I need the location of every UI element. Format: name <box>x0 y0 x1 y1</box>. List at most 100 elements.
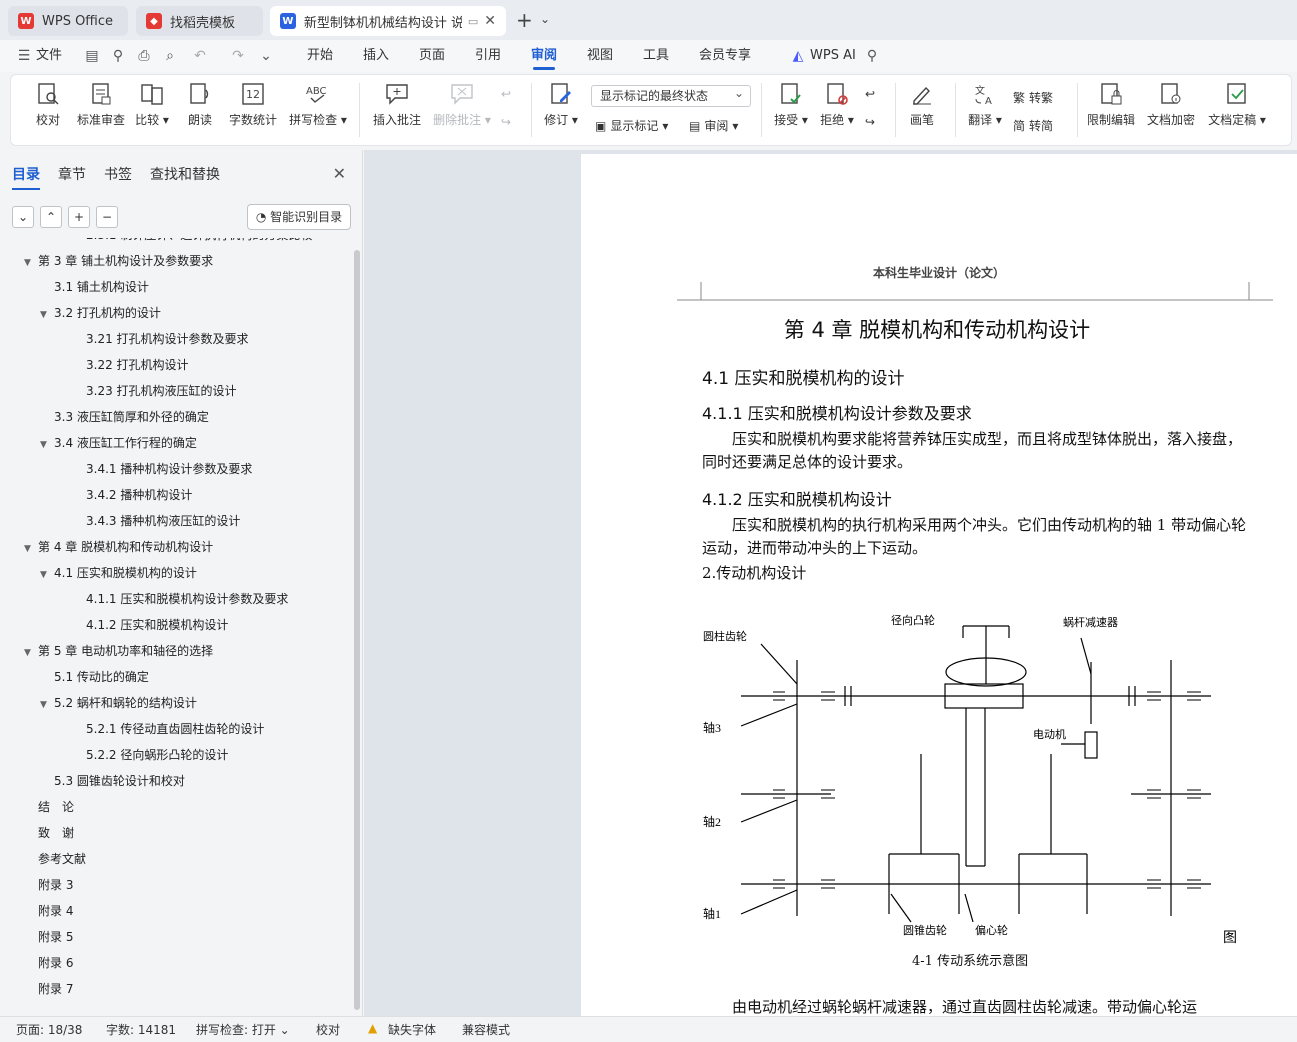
proof-status[interactable]: 校对 <box>316 1021 340 1038</box>
compat-mode-status[interactable]: 兼容模式 <box>462 1021 510 1038</box>
compare-button[interactable]: 比较 ▾ <box>135 81 169 128</box>
toc-item[interactable]: 3.22 打孔机构设计 <box>86 352 189 378</box>
toc-item[interactable]: 附录 5 <box>38 924 73 950</box>
toc-item[interactable]: 4.1.1 压实和脱模机构设计参数及要求 <box>86 586 288 612</box>
collapse-triangle-icon[interactable]: ▼ <box>40 562 54 588</box>
toc-item[interactable]: 3.4.2 播种机构设计 <box>86 482 192 508</box>
toc-item[interactable]: 附录 4 <box>38 898 73 924</box>
tab-find-replace[interactable]: 查找和替换 <box>150 164 220 190</box>
markup-state-select[interactable]: 显示标记的最终状态 <box>591 83 751 107</box>
toc-item[interactable]: 参考文献 <box>38 846 86 872</box>
add-heading-icon[interactable]: + <box>68 206 90 228</box>
collapse-triangle-icon[interactable]: ▼ <box>24 250 38 276</box>
toc-item[interactable]: 3.23 打孔机构液压缸的设计 <box>86 378 237 404</box>
toc-item[interactable]: 3.4.1 播种机构设计参数及要求 <box>86 456 252 482</box>
menu-review[interactable]: 审阅 <box>531 40 557 72</box>
spell-check-status[interactable]: 拼写检查: 打开 ⌄ <box>196 1021 290 1038</box>
toc-item[interactable]: 3.4.3 播种机构液压缸的设计 <box>86 508 240 534</box>
menu-insert[interactable]: 插入 <box>363 40 389 72</box>
toc-item[interactable]: ▼ 第 4 章 脱模机构和传动机构设计 <box>24 534 213 560</box>
to-traditional-button[interactable]: 繁转繁 <box>1013 89 1053 106</box>
hamburger-icon[interactable]: ☰ <box>16 48 32 64</box>
translate-button[interactable]: 文A 翻译 ▾ <box>965 81 1005 128</box>
encrypt-button[interactable]: 文档加密 <box>1145 81 1197 128</box>
tab-toc[interactable]: 目录 <box>12 164 40 190</box>
track-changes-button[interactable]: 修订 ▾ <box>541 81 581 128</box>
reject-button[interactable]: 拒绝 ▾ <box>817 81 857 128</box>
smart-toc-button[interactable]: ◔ 智能识别目录 <box>247 204 351 230</box>
menu-view[interactable]: 视图 <box>587 40 613 72</box>
save-icon[interactable]: ▤ <box>84 48 100 64</box>
toc-item[interactable]: 致 谢 <box>38 820 74 846</box>
menu-wps-ai[interactable]: WPS AI <box>810 40 856 72</box>
toc-item[interactable]: ▼ 3.4 液压缸工作行程的确定 <box>40 430 197 456</box>
toc-item[interactable]: ▼ 3.2 打孔机构的设计 <box>40 300 161 326</box>
collapse-triangle-icon[interactable]: ▼ <box>24 536 38 562</box>
toc-item[interactable]: 附录 3 <box>38 872 73 898</box>
remove-heading-icon[interactable]: − <box>96 206 118 228</box>
quick-access-chevron-icon[interactable]: ⌄ <box>258 48 274 64</box>
new-tab-icon[interactable]: + <box>516 8 533 32</box>
pen-button[interactable]: 画笔 <box>907 81 937 128</box>
search-icon[interactable]: ⚲ <box>864 48 880 64</box>
toc-item[interactable]: 5.2.2 径向蜗形凸轮的设计 <box>86 742 228 768</box>
insert-comment-button[interactable]: 插入批注 <box>371 81 423 128</box>
to-simplified-button[interactable]: 简转简 <box>1013 117 1053 134</box>
toc-item[interactable]: 5.3 圆锥齿轮设计和校对 <box>54 768 185 794</box>
close-panel-icon[interactable]: ✕ <box>333 164 346 183</box>
toc-item[interactable]: ▼ 5.2 蜗杆和蜗轮的结构设计 <box>40 690 197 716</box>
collapse-triangle-icon[interactable]: ▼ <box>24 640 38 666</box>
toc-item[interactable]: 附录 6 <box>38 950 73 976</box>
toc-item[interactable]: 3.1 铺土机构设计 <box>54 274 149 300</box>
tab-current-document[interactable]: W 新型制钵机机械结构设计 说明 ▭ ✕ <box>270 6 506 36</box>
share-icon[interactable]: ⚲ <box>110 48 126 64</box>
menu-member[interactable]: 会员专享 <box>699 40 751 72</box>
toc-item[interactable]: 3.21 打孔机构设计参数及要求 <box>86 326 249 352</box>
collapse-triangle-icon[interactable]: ▼ <box>40 302 54 328</box>
word-count-button[interactable]: 12 字数统计 <box>227 81 279 128</box>
show-markup-button[interactable]: ▣ 显示标记 ▾ <box>595 117 668 134</box>
word-count[interactable]: 字数: 14181 <box>106 1021 176 1038</box>
undo-icon[interactable]: ↶ <box>192 48 208 64</box>
collapse-triangle-icon[interactable]: ▼ <box>40 692 54 718</box>
menu-references[interactable]: 引用 <box>475 40 501 72</box>
print-preview-icon[interactable]: ⌕ <box>162 48 178 64</box>
delete-comment-button[interactable]: 删除批注 ▾ <box>431 81 493 128</box>
tab-wps-office[interactable]: W WPS Office <box>8 6 128 36</box>
review-pane-button[interactable]: ▤ 审阅 ▾ <box>689 117 738 134</box>
menu-tools[interactable]: 工具 <box>643 40 669 72</box>
tab-sections[interactable]: 章节 <box>58 164 86 190</box>
finalize-button[interactable]: 文档定稿 ▾ <box>1205 81 1269 128</box>
redo-icon[interactable]: ↷ <box>230 48 246 64</box>
restrict-edit-button[interactable]: 限制编辑 <box>1085 81 1137 128</box>
toc-item[interactable]: ▼ 第 3 章 铺土机构设计及参数要求 <box>24 248 213 274</box>
expand-down-icon[interactable]: ⌄ <box>12 206 34 228</box>
toc-item[interactable]: 4.1.2 压实和脱模机构设计 <box>86 612 228 638</box>
next-change-icon[interactable]: ↪ <box>865 115 875 129</box>
page-indicator[interactable]: 页面: 18/38 <box>16 1021 82 1038</box>
toc-item[interactable]: 2.3.1 制钵压钵、送钵执行机构的方案比较 <box>86 238 312 248</box>
collapse-triangle-icon[interactable]: ▼ <box>40 432 54 458</box>
spell-check-button[interactable]: ABC 拼写检查 ▾ <box>287 81 349 128</box>
menu-home[interactable]: 开始 <box>307 40 333 72</box>
toc-item[interactable]: ▼ 第 5 章 电动机功率和轴径的选择 <box>24 638 213 664</box>
next-comment-icon[interactable]: ↪ <box>501 115 511 129</box>
tab-bookmarks[interactable]: 书签 <box>104 164 132 190</box>
toc-item[interactable]: 5.2.1 传径动直齿圆柱齿轮的设计 <box>86 716 264 742</box>
tab-list-chevron-icon[interactable]: ⌄ <box>540 12 550 26</box>
toc-scrollbar[interactable] <box>354 250 360 1010</box>
close-tab-icon[interactable]: ✕ <box>484 13 496 29</box>
accept-button[interactable]: 接受 ▾ <box>771 81 811 128</box>
collapse-up-icon[interactable]: ⌃ <box>40 206 62 228</box>
tab-docer-templates[interactable]: ◆ 找稻壳模板 <box>136 6 263 36</box>
proofread-button[interactable]: 校对 <box>31 81 65 128</box>
standard-review-button[interactable]: 标准审查 <box>75 81 127 128</box>
print-icon[interactable]: ⎙ <box>136 48 152 64</box>
read-aloud-button[interactable]: 朗读 <box>185 81 215 128</box>
toc-item[interactable]: 附录 7 <box>38 976 73 1002</box>
toc-item[interactable]: 5.1 传动比的确定 <box>54 664 149 690</box>
prev-change-icon[interactable]: ↩ <box>865 87 875 101</box>
menu-page[interactable]: 页面 <box>419 40 445 72</box>
missing-font-status[interactable]: 缺失字体 <box>388 1021 436 1038</box>
toc-item[interactable]: 3.3 液压缸筒厚和外径的确定 <box>54 404 209 430</box>
